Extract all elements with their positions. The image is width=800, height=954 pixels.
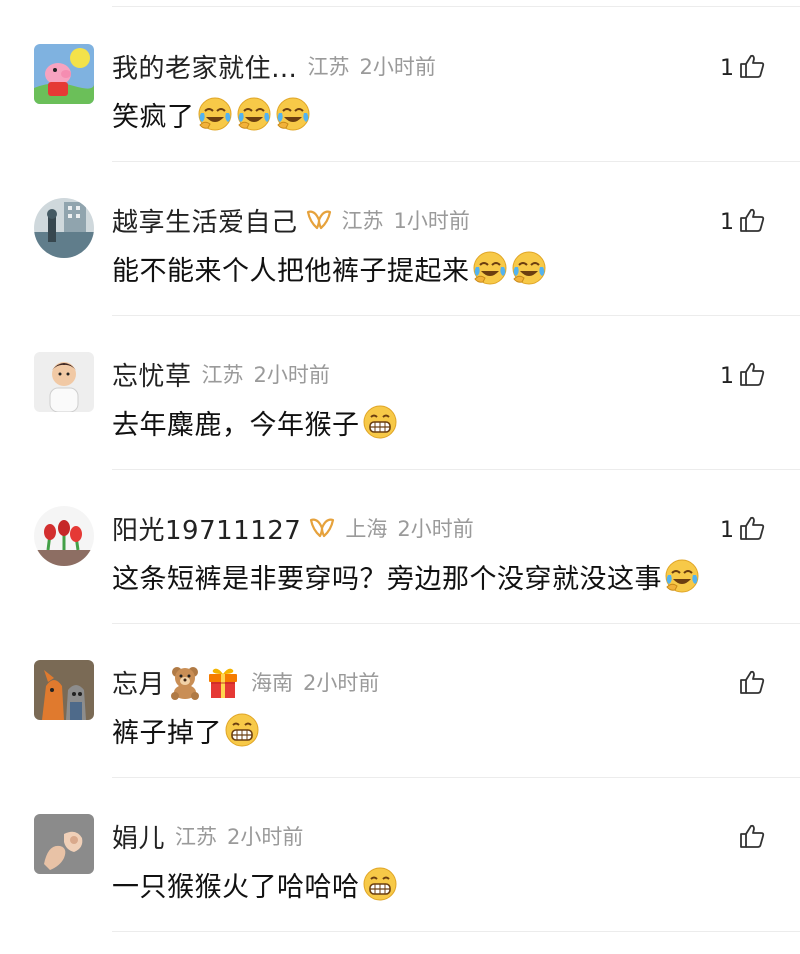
like-count: 1 (720, 363, 734, 389)
teddy-bear-icon[interactable] (167, 664, 203, 700)
laugh-cry-emoji-icon (235, 95, 273, 133)
comment-text: 一只猴猴火了哈哈哈 (112, 871, 360, 903)
comment-meta: 越享生活爱自己 江苏 1小时前 (112, 200, 470, 240)
grin-emoji-icon (361, 865, 399, 903)
comment-meta: 忘月 海南 2小时前 (112, 662, 379, 702)
location: 江苏 (307, 55, 350, 79)
comment-text: 这条短裤是非要穿吗？旁边那个没穿就没这事 (112, 563, 662, 595)
location: 江苏 (341, 209, 384, 233)
location: 江苏 (175, 825, 218, 849)
comment-item: 忘月 海南 2小时前 裤子掉了 (0, 624, 800, 778)
comment-item: 忘忧草 江苏 2小时前 去年麋鹿，今年猴子 1 (0, 316, 800, 470)
like-button[interactable] (734, 818, 766, 858)
comment-body: 裤子掉了 (112, 708, 261, 752)
comment-body: 一只猴猴火了哈哈哈 (112, 862, 399, 906)
username[interactable]: 我的老家就住… (112, 48, 298, 85)
username[interactable]: 娟儿 (112, 818, 165, 855)
like-count: 1 (720, 209, 734, 235)
like-button[interactable] (734, 664, 766, 704)
comment-body: 能不能来个人把他裤子提起来 (112, 246, 548, 290)
comment-meta: 忘忧草 江苏 2小时前 (112, 354, 330, 394)
vip-ribbon-icon[interactable] (309, 516, 335, 540)
username[interactable]: 越享生活爱自己 (112, 202, 298, 239)
comment-body: 笑疯了 (112, 92, 312, 136)
thumbs-up-icon (738, 514, 766, 546)
vip-ribbon-icon[interactable] (306, 208, 332, 232)
avatar[interactable] (34, 352, 94, 412)
username[interactable]: 忘月 (112, 664, 165, 701)
timestamp: 1小时前 (393, 209, 470, 233)
avatar[interactable] (34, 506, 94, 566)
comment-item: 娟儿 江苏 2小时前 一只猴猴火了哈哈哈 (0, 778, 800, 932)
grin-emoji-icon (361, 403, 399, 441)
location: 海南 (251, 671, 294, 695)
timestamp: 2小时前 (227, 825, 304, 849)
timestamp: 2小时前 (253, 363, 330, 387)
thumbs-up-icon (738, 668, 766, 700)
like-button[interactable]: 1 (720, 510, 766, 550)
location: 上海 (345, 517, 388, 541)
comment-meta: 阳光19711127 上海 2小时前 (112, 508, 474, 548)
username[interactable]: 阳光19711127 (112, 510, 301, 547)
comment-text: 能不能来个人把他裤子提起来 (112, 255, 470, 287)
avatar[interactable] (34, 660, 94, 720)
avatar[interactable] (34, 198, 94, 258)
comment-body: 去年麋鹿，今年猴子 (112, 400, 399, 444)
timestamp: 2小时前 (303, 671, 380, 695)
comment-item: 越享生活爱自己 江苏 1小时前 能不能来个人把他裤子提起来 1 (0, 162, 800, 316)
avatar[interactable] (34, 814, 94, 874)
laugh-cry-emoji-icon (663, 557, 701, 595)
like-count: 1 (720, 55, 734, 81)
location: 江苏 (201, 363, 244, 387)
comment-meta: 娟儿 江苏 2小时前 (112, 816, 303, 856)
thumbs-up-icon (738, 206, 766, 238)
username[interactable]: 忘忧草 (112, 356, 192, 393)
thumbs-up-icon (738, 360, 766, 392)
comment-text: 去年麋鹿，今年猴子 (112, 409, 360, 441)
thumbs-up-icon (738, 52, 766, 84)
comment-item: 我的老家就住… 江苏 2小时前 笑疯了 1 (0, 8, 800, 162)
like-button[interactable]: 1 (720, 202, 766, 242)
laugh-cry-emoji-icon (274, 95, 312, 133)
thumbs-up-icon (738, 822, 766, 854)
comment-text: 裤子掉了 (112, 717, 222, 749)
comment-item: 阳光19711127 上海 2小时前 这条短裤是非要穿吗？旁边那个没穿就没这事 … (0, 470, 800, 624)
laugh-cry-emoji-icon (471, 249, 509, 287)
comment-meta: 我的老家就住… 江苏 2小时前 (112, 46, 436, 86)
comment-body: 这条短裤是非要穿吗？旁边那个没穿就没这事 (112, 554, 701, 598)
laugh-cry-emoji-icon (196, 95, 234, 133)
timestamp: 2小时前 (397, 517, 474, 541)
like-count: 1 (720, 517, 734, 543)
like-button[interactable]: 1 (720, 48, 766, 88)
avatar[interactable] (34, 44, 94, 104)
like-button[interactable]: 1 (720, 356, 766, 396)
gift-box-icon[interactable] (205, 664, 241, 700)
laugh-cry-emoji-icon (510, 249, 548, 287)
top-divider (112, 6, 800, 7)
grin-emoji-icon (223, 711, 261, 749)
comment-text: 笑疯了 (112, 101, 195, 133)
timestamp: 2小时前 (359, 55, 436, 79)
